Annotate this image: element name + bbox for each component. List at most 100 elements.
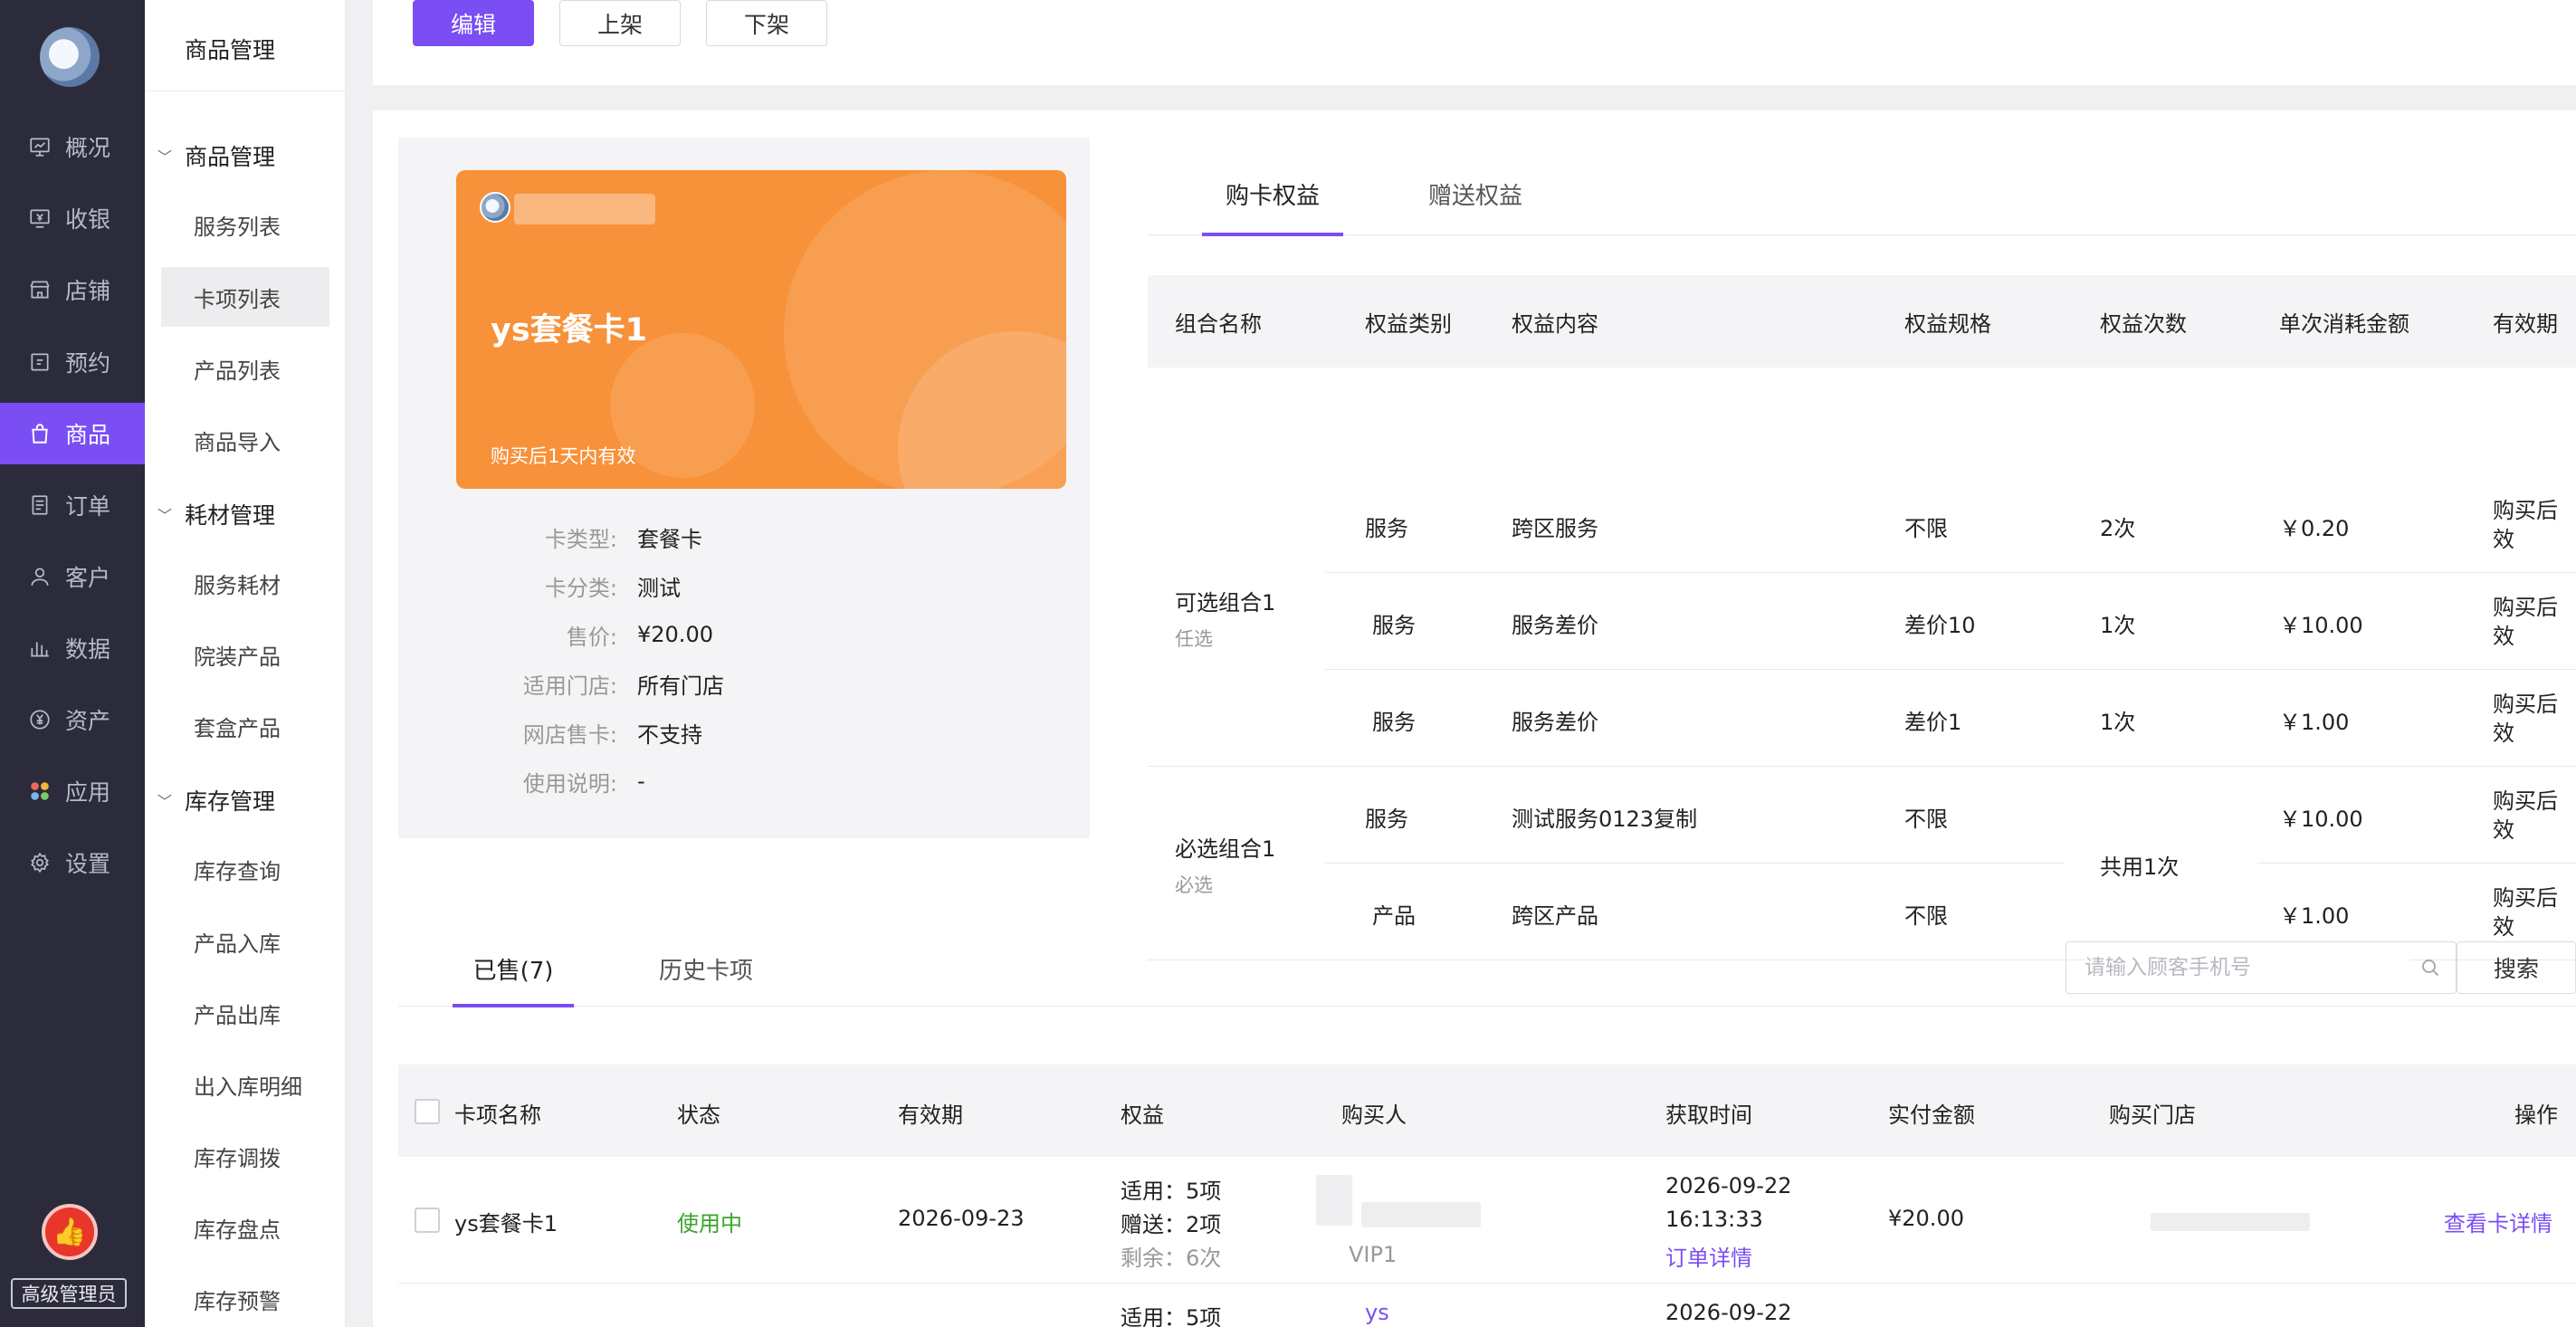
right-validity: 购买后 效 <box>2493 595 2558 649</box>
acquired-time: 16:13:33 <box>1665 1207 1763 1232</box>
customer-phone-search <box>2066 941 2457 994</box>
nav-booking[interactable]: 预约 <box>0 331 145 393</box>
submenu-title: 商品管理 <box>185 37 276 63</box>
nav-label: 店铺 <box>65 278 111 304</box>
right-spec: 不限 <box>1904 903 1948 929</box>
menu-item-product-list[interactable]: 产品列表 <box>161 339 329 398</box>
info-row-online-sale: 网店售卡: 不支持 <box>456 708 1035 757</box>
info-key: 卡类型: <box>544 526 617 552</box>
view-card-detail-link[interactable]: 查看卡详情 <box>2444 1206 2552 1237</box>
column-header: 状态 <box>677 1103 720 1128</box>
gear-icon <box>27 850 52 875</box>
column-header: 权益规格 <box>1904 311 1991 337</box>
nav-cashier[interactable]: 收银 <box>0 187 145 249</box>
column-header: 有效期 <box>898 1103 963 1128</box>
column-header: 操作 <box>2514 1103 2558 1128</box>
card-validity-note: 购买后1天内有效 <box>491 445 636 467</box>
tab-history-cards[interactable]: 历史卡项 <box>635 936 777 1007</box>
table-row: 适用：5项 ys 2026-09-22 <box>398 1284 2576 1327</box>
menu-item-card-list[interactable]: 卡项列表 <box>161 267 329 327</box>
menu-item-gift-box-products[interactable]: 套盒产品 <box>161 696 329 756</box>
column-header: 购买人 <box>1341 1103 1407 1128</box>
menu-item-stock-transfer[interactable]: 库存调拨 <box>161 1126 329 1186</box>
nav-customers[interactable]: 客户 <box>0 546 145 607</box>
list-off-button[interactable]: 下架 <box>706 0 827 46</box>
menu-item-stock-alert[interactable]: 库存预警 <box>161 1269 329 1327</box>
paid-amount: ¥20.00 <box>1888 1206 1964 1231</box>
user-icon <box>27 564 52 589</box>
column-header: 实付金额 <box>1888 1103 1975 1128</box>
shared-times: 共用1次 <box>2100 854 2180 880</box>
edit-button[interactable]: 编辑 <box>413 0 534 46</box>
column-header: 权益类别 <box>1365 311 1452 337</box>
column-header: 权益次数 <box>2100 311 2187 337</box>
rights-applicable: 适用：5项 <box>1121 1305 1222 1327</box>
info-value: 测试 <box>637 575 681 601</box>
card-name: ys套餐卡1 <box>454 1211 558 1236</box>
info-value: - <box>637 769 645 794</box>
nav-label: 设置 <box>65 851 111 877</box>
calendar-icon <box>27 349 52 375</box>
tab-gift-rights[interactable]: 赠送权益 <box>1405 158 1546 235</box>
right-amount: ￥1.00 <box>2279 903 2350 929</box>
right-spec: 差价10 <box>1904 613 1976 638</box>
rights-tabs: 购卡权益 赠送权益 <box>1148 158 2576 236</box>
right-times: 1次 <box>2100 613 2136 638</box>
nav-label: 概况 <box>65 135 111 161</box>
column-header: 有效期 <box>2493 311 2558 337</box>
right-category: 服务 <box>1372 613 1416 638</box>
row-divider <box>2257 863 2576 864</box>
search-button[interactable]: 搜索 <box>2457 941 2576 994</box>
menu-group-goods[interactable]: ﹀ 商品管理 <box>157 139 275 172</box>
nav-data[interactable]: 数据 <box>0 617 145 679</box>
menu-item-salon-products[interactable]: 院装产品 <box>161 625 329 684</box>
info-key: 网店售卡: <box>522 721 617 748</box>
user-avatar[interactable] <box>40 27 100 87</box>
info-value: 不支持 <box>637 721 702 748</box>
list-on-button[interactable]: 上架 <box>559 0 681 46</box>
card-preview-block: ys套餐卡1 购买后1天内有效 卡类型: 套餐卡 卡分类: 测试 售价: ¥20.00… <box>398 138 1090 838</box>
blurred-store-name <box>514 194 655 224</box>
group-rule: 任选 <box>1175 628 1213 650</box>
buyer-name-link[interactable]: ys <box>1365 1300 1389 1325</box>
right-content: 服务差价 <box>1512 710 1598 735</box>
menu-item-stock-count[interactable]: 库存盘点 <box>161 1198 329 1257</box>
column-header: 卡项名称 <box>454 1103 541 1128</box>
group-rule: 必选 <box>1175 874 1213 896</box>
search-input[interactable] <box>2085 956 2410 979</box>
nav-goods[interactable]: 商品 <box>0 403 145 464</box>
menu-group-label: 库存管理 <box>185 788 276 815</box>
nav-orders[interactable]: 订单 <box>0 474 145 536</box>
nav-apps[interactable]: 应用 <box>0 760 145 822</box>
tab-purchase-rights[interactable]: 购卡权益 <box>1202 158 1343 236</box>
order-detail-link[interactable]: 订单详情 <box>1665 1240 1752 1272</box>
search-icon[interactable] <box>2419 957 2441 979</box>
bag-icon <box>27 421 52 446</box>
nav-store[interactable]: 店铺 <box>0 259 145 320</box>
menu-item-goods-import[interactable]: 商品导入 <box>161 410 329 470</box>
menu-item-stock-in[interactable]: 产品入库 <box>161 912 329 971</box>
menu-item-stock-out[interactable]: 产品出库 <box>161 983 329 1043</box>
group-divider <box>1148 766 2576 767</box>
nav-label: 商品 <box>65 422 111 448</box>
chevron-down-icon: ﹀ <box>157 793 173 810</box>
menu-group-inventory[interactable]: ﹀ 库存管理 <box>157 784 275 816</box>
blurred-store-name <box>2151 1213 2310 1231</box>
menu-group-consumables[interactable]: ﹀ 耗材管理 <box>157 498 275 530</box>
blurred-buyer-name <box>1361 1202 1481 1227</box>
nav-label: 应用 <box>65 779 111 806</box>
thumbs-up-icon[interactable]: 👍 <box>42 1204 98 1260</box>
nav-assets[interactable]: 资产 <box>0 689 145 750</box>
nav-settings[interactable]: 设置 <box>0 832 145 893</box>
row-checkbox[interactable] <box>415 1208 440 1233</box>
menu-item-stock-ledger[interactable]: 出入库明细 <box>161 1055 329 1114</box>
nav-overview[interactable]: 概况 <box>0 116 145 177</box>
menu-item-stock-query[interactable]: 库存查询 <box>161 839 329 899</box>
right-amount: ￥10.00 <box>2279 807 2363 832</box>
nav-label: 预约 <box>65 350 111 377</box>
tab-sold[interactable]: 已售(7) <box>453 936 574 1007</box>
menu-item-service-list[interactable]: 服务列表 <box>161 195 329 254</box>
info-row-usage-notes: 使用说明: - <box>456 757 1035 806</box>
menu-item-service-consumables[interactable]: 服务耗材 <box>161 553 329 613</box>
select-all-checkbox[interactable] <box>415 1099 440 1124</box>
